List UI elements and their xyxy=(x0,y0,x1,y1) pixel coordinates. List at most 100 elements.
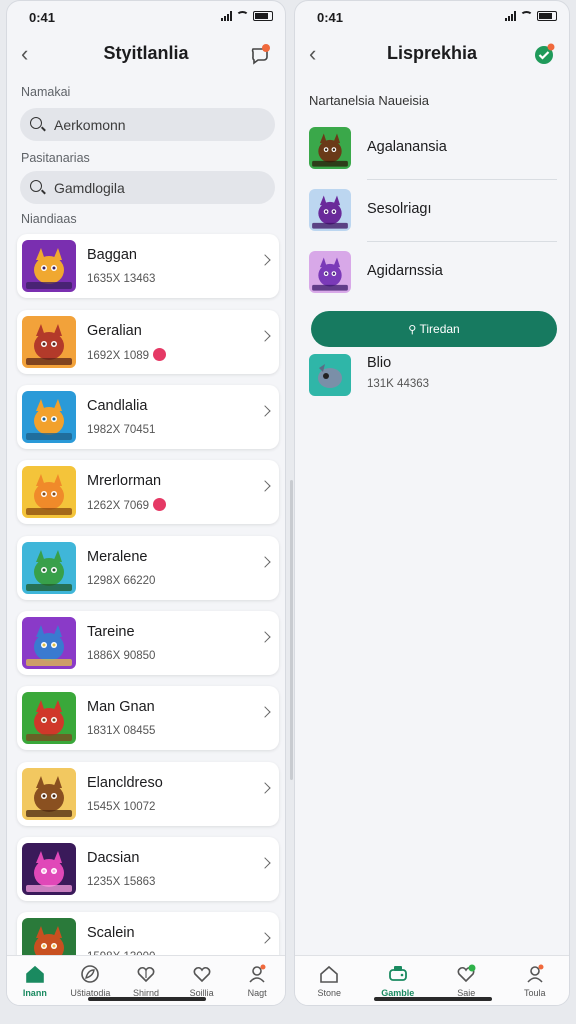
game-meta-text: 1298X 66220 xyxy=(87,575,156,587)
search-field-1[interactable]: Aerkomonn xyxy=(20,108,275,141)
game-list-item[interactable]: Elancldreso 1545X 10072 xyxy=(17,762,279,826)
chevron-right-icon xyxy=(259,480,271,492)
status-bar: 0:41 xyxy=(295,1,569,35)
status-icons xyxy=(221,11,273,21)
verified-check-icon[interactable] xyxy=(533,43,555,65)
green-bull-art-icon xyxy=(309,127,351,169)
game-meta-text: 1692X 1089 xyxy=(87,349,150,362)
status-icons xyxy=(505,11,557,21)
game-list-item[interactable]: Tareine 1886X 90850 xyxy=(17,611,279,675)
orange-fox-art-icon xyxy=(22,391,76,443)
home-indicator xyxy=(374,997,492,1001)
game-meta: 1298X 66220 xyxy=(87,575,155,587)
search-icon xyxy=(30,117,42,129)
game-list-item[interactable]: Meralene 1298X 66220 xyxy=(17,536,279,600)
game-meta-text: 1262X 7069 xyxy=(87,499,150,512)
battery-icon xyxy=(253,11,273,21)
game-name: Candlalia xyxy=(87,398,148,414)
game-meta: 1831X 08455 xyxy=(87,725,155,737)
purple-beast-art-icon xyxy=(309,189,351,231)
wifi-icon xyxy=(520,11,533,21)
search-icon xyxy=(30,180,42,192)
tab-0[interactable]: Stone xyxy=(301,956,357,1005)
section-label-3: Niandiaas xyxy=(21,212,77,226)
search-field-2[interactable]: Gamdlogila xyxy=(20,171,275,204)
game-thumbnail xyxy=(22,542,76,594)
game-meta: 1692X 1089 xyxy=(87,348,167,362)
featured-list-item[interactable]: Agidarnssia xyxy=(309,241,557,303)
game-name: Meralene xyxy=(87,549,148,565)
chevron-right-icon xyxy=(259,405,271,417)
red-warrior-art-icon xyxy=(22,316,76,368)
fire-badge-icon xyxy=(153,498,167,511)
game-list-item[interactable]: Man Gnan 1831X 08455 xyxy=(17,686,279,750)
page-title: Styitlanlia xyxy=(103,43,189,63)
game-name: Elancldreso xyxy=(87,775,163,791)
status-bar: 0:41 xyxy=(7,1,285,35)
game-meta-text: 1982X 70451 xyxy=(87,424,156,436)
featured-item-name: Agalanansia xyxy=(367,139,447,155)
blue-creature-art-icon xyxy=(309,354,351,396)
game-meta: 1262X 7069 xyxy=(87,498,167,512)
chevron-right-icon xyxy=(259,706,271,718)
game-thumbnail xyxy=(22,692,76,744)
search-cta-button[interactable]: ⚲ Tiredan xyxy=(311,311,557,347)
game-thumbnail xyxy=(22,391,76,443)
game-name: Dacsian xyxy=(87,850,140,866)
game-list-item[interactable]: Dacsian 1235X 15863 xyxy=(17,837,279,901)
brown-beast-art-icon xyxy=(22,768,76,820)
game-list-item[interactable]: Candlalia 1982X 70451 xyxy=(17,385,279,449)
list-item-extra[interactable]: Blio 131K 44363 xyxy=(309,344,557,406)
chevron-right-icon xyxy=(259,254,271,266)
game-thumbnail xyxy=(22,240,76,292)
list-item-name: Blio xyxy=(367,355,392,371)
green-dragon-art-icon xyxy=(22,542,76,594)
tab-label: Toula xyxy=(523,988,546,998)
game-thumbnail xyxy=(22,466,76,518)
game-thumbnail xyxy=(309,251,351,293)
game-name: Mrerlorman xyxy=(87,473,162,489)
scroll-indicator[interactable] xyxy=(290,480,293,780)
wifi-icon xyxy=(236,11,249,21)
home-indicator xyxy=(88,997,206,1001)
game-list-item[interactable]: Geralian 1692X 1089 xyxy=(17,310,279,374)
page-title: Lisprekhia xyxy=(386,43,478,63)
game-meta: 1545X 10072 xyxy=(87,801,155,813)
game-name: Scalein xyxy=(87,925,135,941)
game-meta-text: 1886X 90850 xyxy=(87,650,156,662)
game-thumbnail xyxy=(22,617,76,669)
game-thumbnail xyxy=(309,189,351,231)
green-hero-art-icon xyxy=(22,692,76,744)
game-meta: 1886X 90850 xyxy=(87,650,155,662)
featured-item-name: Sesolriagı xyxy=(367,201,432,217)
featured-list-item[interactable]: Agalanansia xyxy=(309,117,557,179)
game-meta-text: 1831X 08455 xyxy=(87,725,156,737)
tab-0[interactable]: Inann xyxy=(7,956,63,1005)
status-time: 0:41 xyxy=(317,10,344,25)
battery-icon xyxy=(537,11,557,21)
game-thumbnail xyxy=(22,316,76,368)
game-meta-text: 1235X 15863 xyxy=(87,876,156,888)
featured-list-item[interactable]: Sesolriagı xyxy=(309,179,557,241)
search-field-2-value: Gamdlogila xyxy=(54,180,125,196)
violet-unicorn-art-icon xyxy=(309,251,351,293)
game-thumbnail xyxy=(22,843,76,895)
list-item-meta: 131K 44363 xyxy=(367,378,430,390)
left-phone-screen: 0:41 ‹ Styitlanlia Namakai Aerkomonn Pas… xyxy=(6,0,286,1006)
section-label: Nartanelsia Naueisia xyxy=(309,93,429,108)
game-meta-text: 1545X 10072 xyxy=(87,801,156,813)
nav-bar: ‹ Styitlanlia xyxy=(7,37,285,71)
nav-bar: ‹ Lisprekhia xyxy=(295,37,569,71)
search-cta-label: Tiredan xyxy=(419,322,460,336)
game-list-item[interactable]: Mrerlorman 1262X 7069 xyxy=(17,460,279,524)
game-list-item[interactable]: Baggan 1635X 13463 xyxy=(17,234,279,298)
signal-icon xyxy=(221,11,232,21)
tab-3[interactable]: Toula xyxy=(507,956,563,1005)
search-field-1-value: Aerkomonn xyxy=(54,117,126,133)
chevron-right-icon xyxy=(259,556,271,568)
signal-icon xyxy=(505,11,516,21)
chat-notification-icon[interactable] xyxy=(249,43,271,65)
tab-4[interactable]: Nagt xyxy=(229,956,285,1005)
status-time: 0:41 xyxy=(29,10,56,25)
game-meta-text: 1635X 13463 xyxy=(87,273,156,285)
